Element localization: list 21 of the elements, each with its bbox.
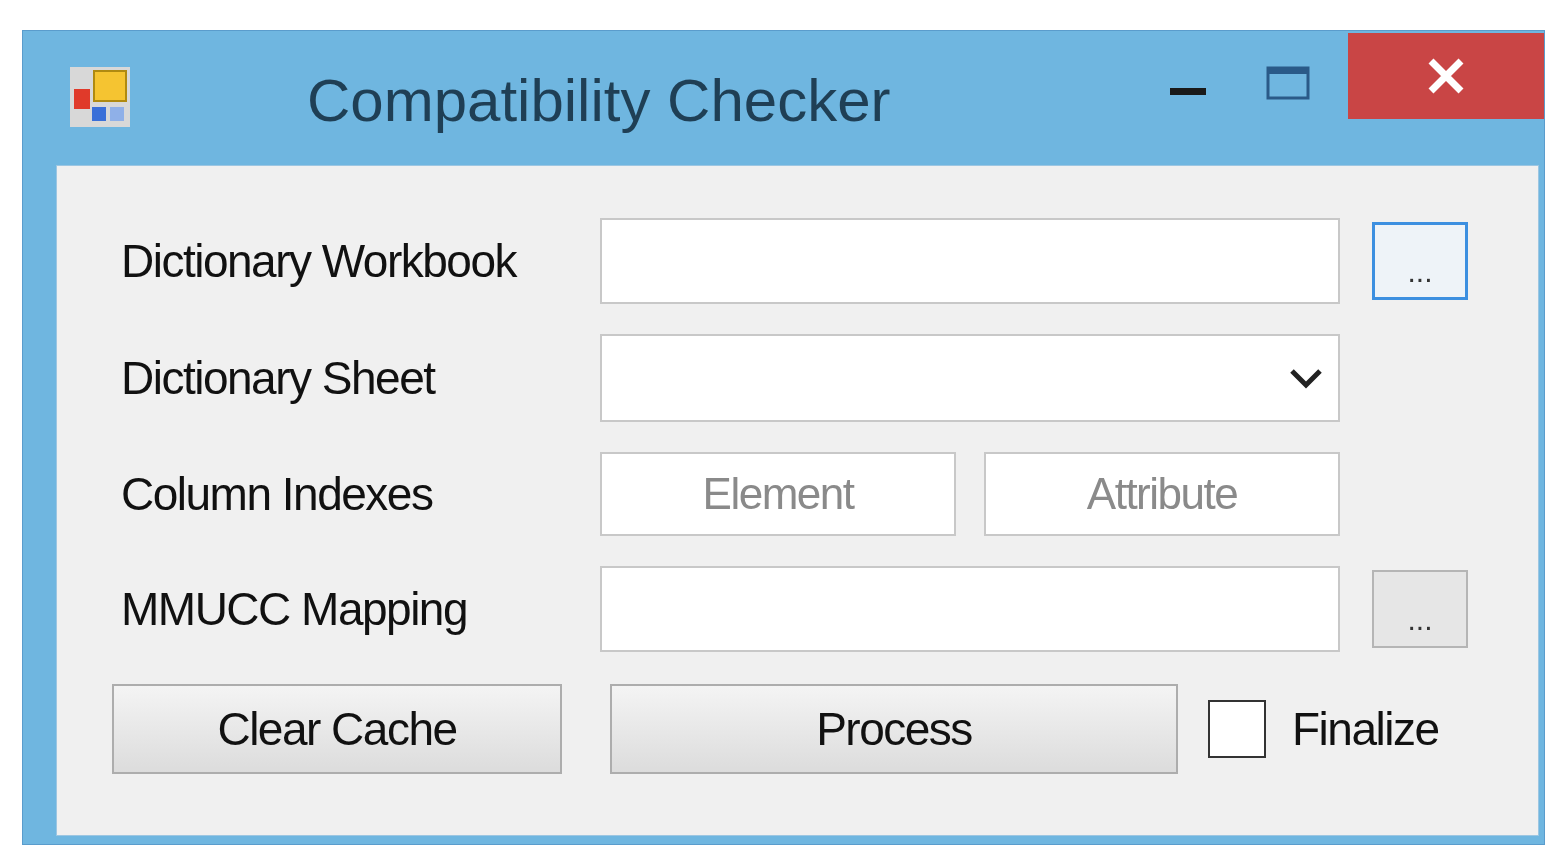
action-button[interactable]: Process	[610, 684, 1178, 774]
window-title: Compatibility Checker	[307, 66, 891, 135]
field-label: Column Indexes	[120, 467, 434, 521]
app-icon	[68, 65, 132, 129]
field-label: Dictionary Sheet	[120, 351, 437, 405]
checkbox[interactable]	[1208, 700, 1266, 758]
browse-button[interactable]: ...	[1372, 222, 1468, 300]
field-label: MMUCC Mapping	[120, 582, 469, 636]
text-field[interactable]	[600, 566, 1340, 652]
field-label: Dictionary Workbook	[120, 234, 519, 288]
minimize-icon	[1170, 87, 1206, 95]
checkbox-label: Finalize	[1292, 702, 1439, 756]
action-button[interactable]: Clear Cache	[112, 684, 562, 774]
dropdown-field[interactable]	[600, 334, 1340, 422]
index-field[interactable]: Element	[600, 452, 956, 536]
browse-button[interactable]: ...	[1372, 570, 1468, 648]
chevron-down-icon	[1288, 367, 1324, 389]
text-field[interactable]	[600, 218, 1340, 304]
index-field[interactable]: Attribute	[984, 452, 1340, 536]
close-icon	[1426, 56, 1466, 96]
close-button[interactable]	[1348, 33, 1544, 119]
